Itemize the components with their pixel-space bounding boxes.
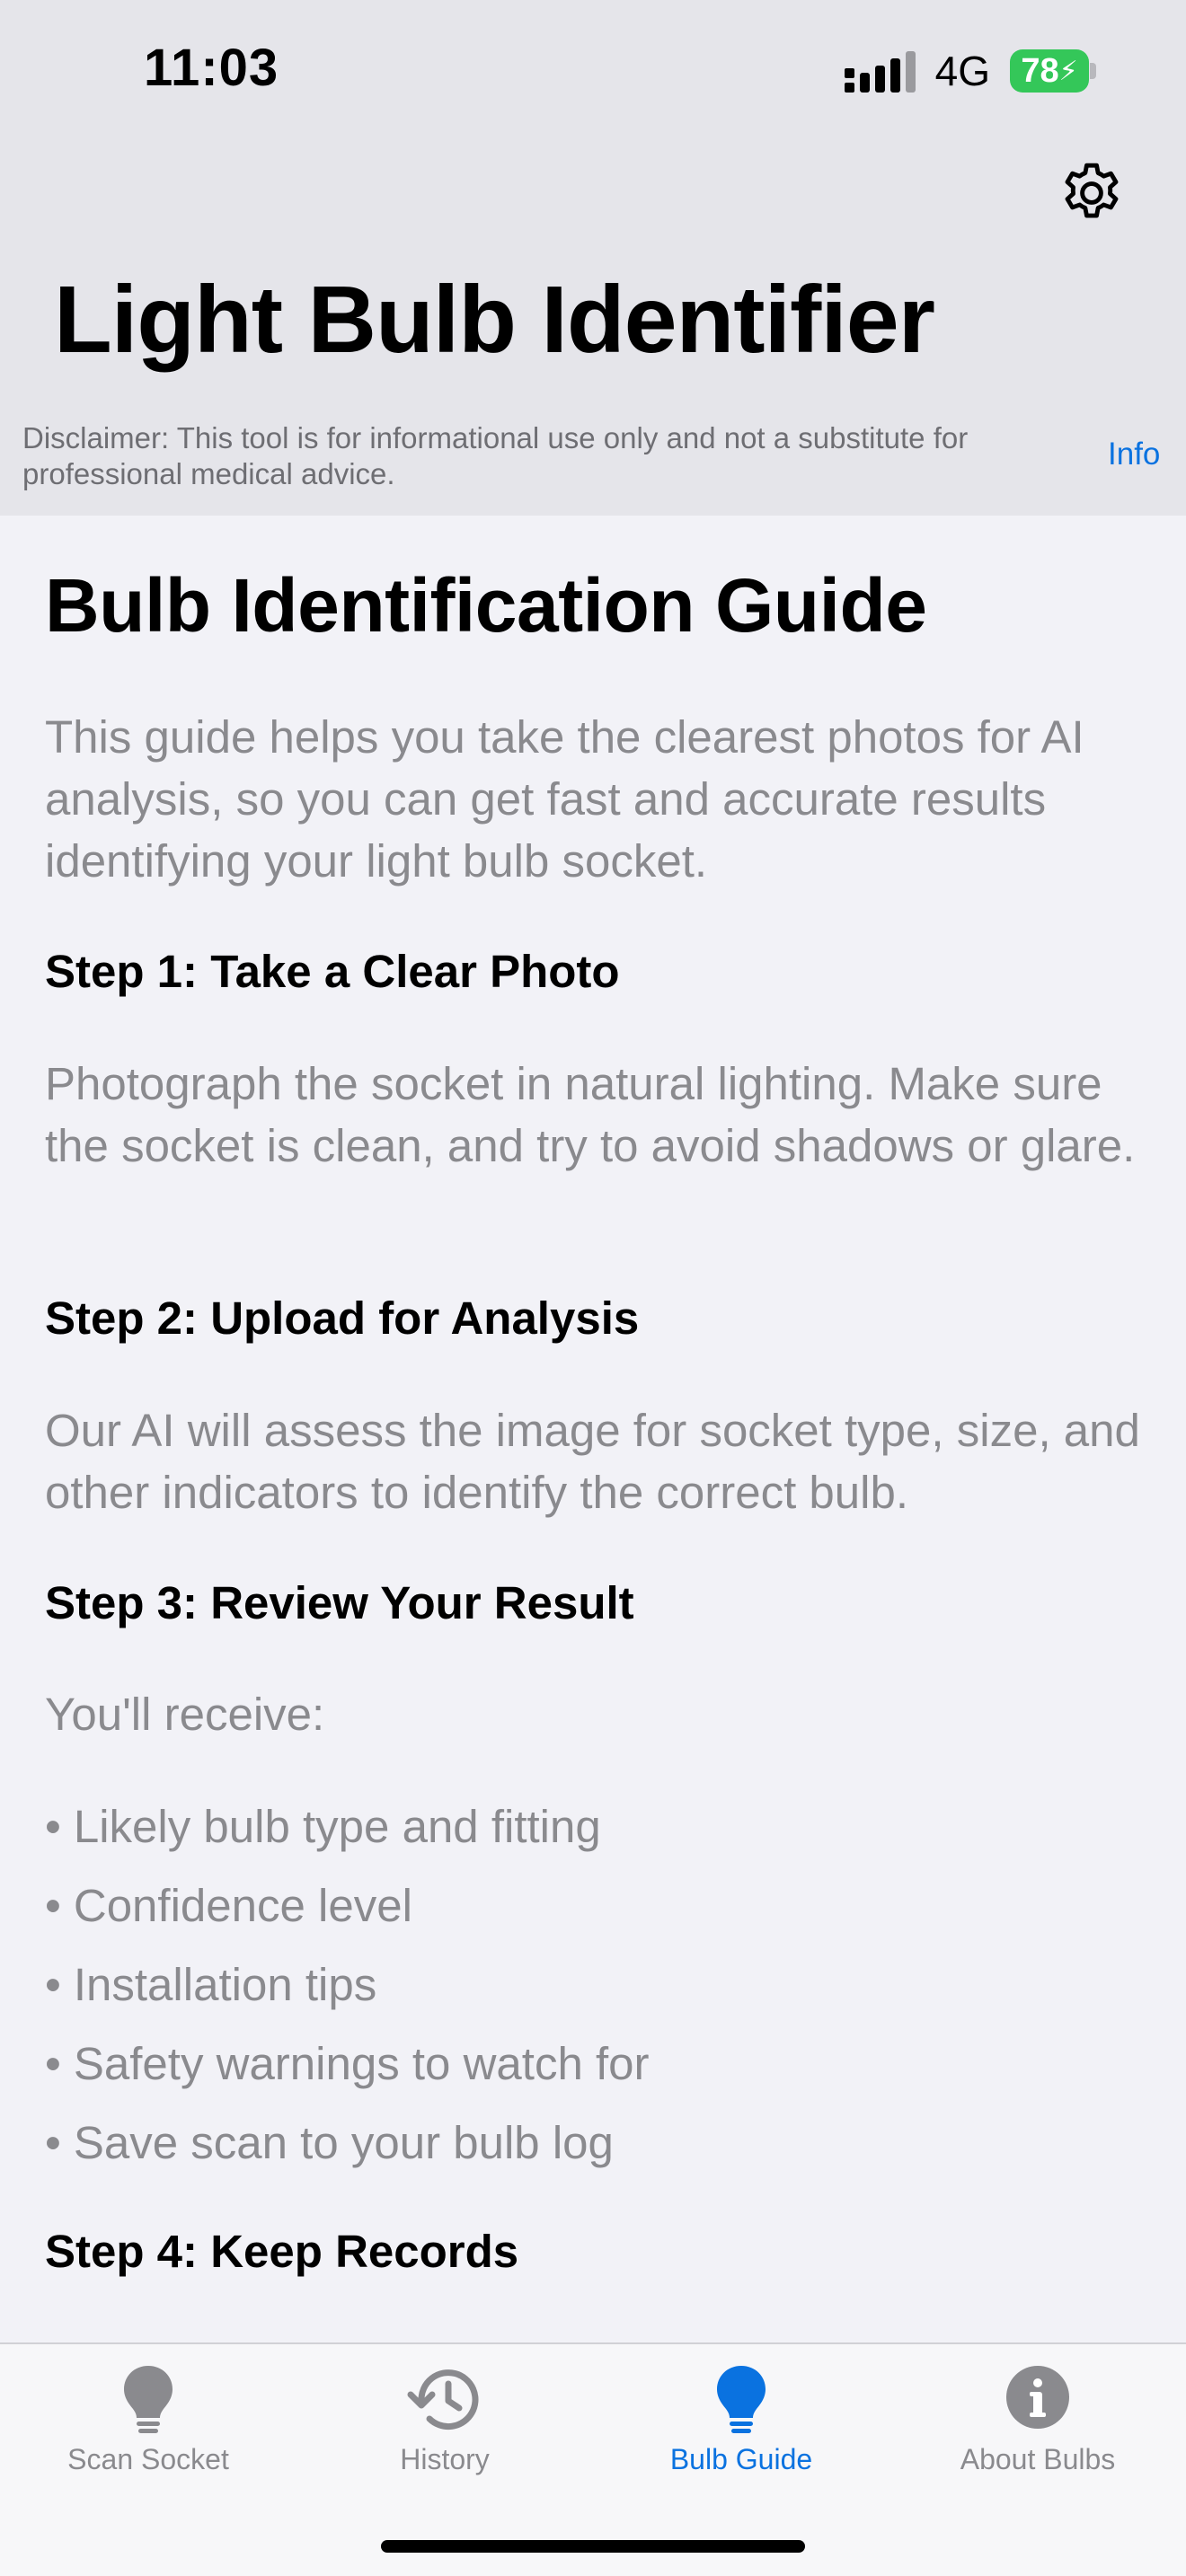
info-link[interactable]: Info — [1108, 437, 1160, 472]
tab-about-bulbs[interactable]: About Bulbs — [890, 2344, 1186, 2497]
header: 11:03 4G 78 ⚡ Light Bulb Identifier Discl… — [0, 0, 1186, 516]
tab-label: Scan Socket — [67, 2443, 229, 2475]
guide-intro: This guide helps you take the clearest p… — [45, 711, 1084, 887]
tab-label: About Bulbs — [960, 2443, 1116, 2475]
info-circle-icon — [1006, 2366, 1069, 2429]
tab-scan-socket[interactable]: Scan Socket — [0, 2344, 296, 2497]
tab-history[interactable]: History — [296, 2344, 593, 2497]
app-title: Light Bulb Identifier — [54, 267, 935, 373]
status-time: 11:03 — [144, 39, 279, 97]
list-item: • Save scan to your bulb log — [45, 2117, 614, 2168]
step1-title: Step 1: Take a Clear Photo — [45, 946, 620, 997]
step4-title: Step 4: Keep Records — [45, 2226, 519, 2277]
list-item: • Confidence level — [45, 1880, 412, 1931]
guide-title: Bulb Identification Guide — [45, 563, 927, 648]
list-item: • Likely bulb type and fitting — [45, 1801, 601, 1852]
status-icons: 4G 78 ⚡ — [844, 47, 1096, 95]
gear-icon[interactable] — [1057, 158, 1127, 228]
lightbulb-filled-icon — [717, 2366, 766, 2433]
tab-label: Bulb Guide — [669, 2443, 813, 2475]
lightbulb-icon — [124, 2366, 173, 2433]
disclaimer-text: Disclaimer: This tool is for information… — [22, 421, 969, 490]
step2-title: Step 2: Upload for Analysis — [45, 1292, 640, 1344]
tab-bulb-guide[interactable]: Bulb Guide — [593, 2344, 890, 2497]
step3-title: Step 3: Review Your Result — [45, 1577, 634, 1628]
battery-level: 78 — [1021, 51, 1059, 90]
history-clock-icon — [407, 2369, 479, 2430]
list-item: • Safety warnings to watch for — [45, 2038, 650, 2089]
home-indicator[interactable] — [381, 2540, 805, 2553]
network-type: 4G — [934, 48, 990, 94]
list-item: • Installation tips — [45, 1959, 377, 2010]
step3-text: You'll receive: — [45, 1689, 325, 1740]
step1-text: Photograph the socket in natural lightin… — [45, 1058, 1136, 1171]
battery-icon: 78 ⚡ — [1010, 49, 1096, 93]
signal-icon — [844, 49, 916, 93]
screen: 11:03 4G 78 ⚡ Light Bulb Identifier Discl… — [0, 0, 1186, 2576]
step2-text: Our AI will assess the image for socket … — [45, 1405, 1140, 1518]
tab-label: History — [400, 2443, 490, 2475]
tab-bar: Scan Socket History Bulb Guide About Bul… — [0, 2342, 1186, 2576]
